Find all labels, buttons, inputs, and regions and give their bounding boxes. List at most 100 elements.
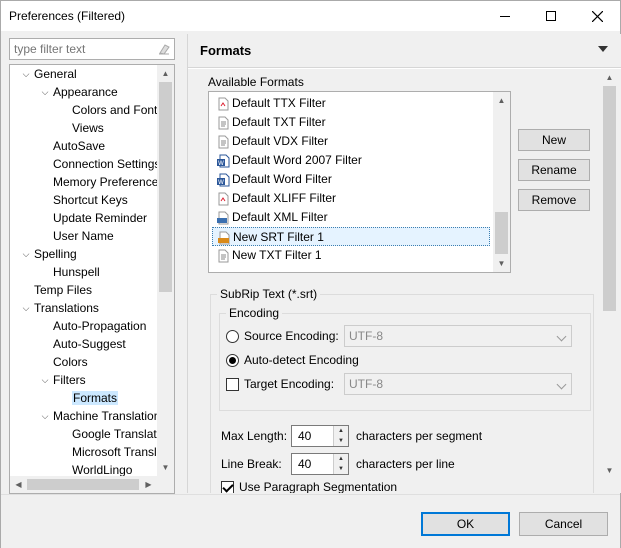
expand-toggle-icon[interactable]: ⌵ bbox=[20, 299, 32, 317]
target-encoding-checkbox[interactable] bbox=[226, 378, 239, 391]
line-break-spinner[interactable]: 40 ▲ ▼ bbox=[291, 453, 349, 475]
srt-file-icon bbox=[218, 231, 230, 245]
expand-toggle-icon[interactable]: ⌵ bbox=[20, 245, 32, 263]
tree-item-label: AutoSave bbox=[53, 139, 106, 153]
encoding-group: Encoding Source Encoding: UTF-8 Auto-det… bbox=[219, 306, 591, 411]
tree-item[interactable]: Memory Preferences bbox=[53, 173, 164, 191]
list-scroll-thumb[interactable] bbox=[495, 212, 508, 254]
scroll-down-icon[interactable]: ▼ bbox=[601, 462, 618, 479]
scroll-down-icon[interactable]: ▼ bbox=[157, 459, 174, 476]
scroll-down-icon[interactable]: ▼ bbox=[493, 255, 510, 272]
format-list-item[interactable]: W Default Word Filter bbox=[212, 170, 490, 189]
scroll-left-icon[interactable]: ◀ bbox=[10, 476, 27, 493]
tree-item[interactable]: Google Translate bbox=[72, 425, 163, 443]
scroll-right-icon[interactable]: ▶ bbox=[140, 476, 157, 493]
tree-item[interactable]: Auto-Suggest bbox=[53, 335, 126, 353]
format-list-item[interactable]: New SRT Filter 1 bbox=[212, 227, 490, 246]
page-vertical-scrollbar[interactable]: ▲ ▼ bbox=[601, 69, 618, 479]
tree-item[interactable]: Formats bbox=[72, 389, 119, 407]
scroll-up-icon[interactable]: ▲ bbox=[601, 69, 618, 86]
ok-button[interactable]: OK bbox=[421, 512, 510, 536]
remove-button[interactable]: Remove bbox=[518, 189, 590, 211]
max-length-value[interactable]: 40 bbox=[298, 429, 311, 443]
tree-item-label: Machine Translation bbox=[53, 409, 161, 423]
spin-down-icon[interactable]: ▼ bbox=[333, 436, 348, 446]
paragraph-segmentation-checkbox[interactable] bbox=[221, 481, 234, 493]
available-formats-list[interactable]: New TXT Filter 1 New SRT Filter 1 Default … bbox=[208, 91, 511, 273]
tree-item-label: Auto-Propagation bbox=[53, 319, 147, 333]
tree-scroll-thumb[interactable] bbox=[159, 82, 172, 292]
expand-toggle-icon[interactable]: ⌵ bbox=[39, 407, 51, 425]
format-list-item[interactable]: Default TXT Filter bbox=[212, 113, 490, 132]
target-encoding-select[interactable]: UTF-8 bbox=[344, 373, 572, 395]
page-scroll-thumb[interactable] bbox=[603, 86, 616, 311]
title-bar[interactable]: Preferences (Filtered) bbox=[1, 1, 620, 31]
tree-hscroll-thumb[interactable] bbox=[27, 479, 139, 490]
filter-field[interactable] bbox=[9, 38, 175, 60]
spin-up-icon[interactable]: ▲ bbox=[333, 454, 348, 464]
srt-settings-group: SubRip Text (*.srt) Encoding Source Enco… bbox=[210, 287, 594, 493]
max-length-spinner[interactable]: 40 ▲ ▼ bbox=[291, 425, 349, 447]
tree-item[interactable]: Hunspell bbox=[53, 263, 100, 281]
formats-page: Formats Available Formats New TXT Filter… bbox=[187, 34, 621, 493]
tree-horizontal-scrollbar[interactable]: ◀ ▶ bbox=[10, 476, 174, 493]
view-menu-icon[interactable] bbox=[598, 46, 608, 52]
format-item-label: Default XML Filter bbox=[232, 210, 328, 224]
line-break-value[interactable]: 40 bbox=[298, 457, 311, 471]
expand-toggle-icon[interactable]: ⌵ bbox=[39, 83, 51, 101]
format-list-item[interactable]: W Default Word 2007 Filter bbox=[212, 151, 490, 170]
expand-toggle-icon[interactable]: ⌵ bbox=[39, 371, 51, 389]
tree-item[interactable]: Colors bbox=[53, 353, 88, 371]
tree-item[interactable]: ⌵ Appearance bbox=[42, 83, 118, 101]
tree-item[interactable]: Shortcut Keys bbox=[53, 191, 128, 209]
tree-item-label: Auto-Suggest bbox=[53, 337, 126, 351]
scroll-up-icon[interactable]: ▲ bbox=[157, 65, 174, 82]
preferences-tree[interactable]: WorldLingo Microsoft Translator Google Tra… bbox=[9, 64, 175, 494]
source-encoding-select[interactable]: UTF-8 bbox=[344, 325, 572, 347]
tree-vertical-scrollbar[interactable]: ▲ ▼ bbox=[157, 65, 174, 476]
maximize-button[interactable] bbox=[528, 1, 574, 31]
tree-item[interactable]: ⌵ Machine Translation bbox=[42, 407, 161, 425]
tree-item[interactable]: Colors and Fonts bbox=[72, 101, 163, 119]
tree-item[interactable]: Auto-Propagation bbox=[53, 317, 146, 335]
minimize-button[interactable] bbox=[482, 1, 528, 31]
tree-item-label: Connection Settings bbox=[53, 157, 161, 171]
format-list-item[interactable]: Default XML Filter bbox=[212, 208, 490, 227]
tree-item[interactable]: Temp Files bbox=[34, 281, 92, 299]
paragraph-segmentation-label: Use Paragraph Segmentation bbox=[239, 480, 398, 493]
target-encoding-label: Target Encoding: bbox=[244, 377, 335, 391]
clear-filter-icon[interactable] bbox=[158, 43, 170, 55]
format-list-item[interactable]: Default TTX Filter bbox=[212, 94, 490, 113]
dialog-footer: OK Cancel bbox=[1, 494, 620, 548]
cancel-button[interactable]: Cancel bbox=[519, 512, 608, 536]
ttx-file-icon bbox=[218, 97, 229, 111]
tree-item[interactable]: ⌵ Spelling bbox=[23, 245, 77, 263]
chevron-down-icon bbox=[556, 331, 567, 342]
filter-input[interactable] bbox=[10, 39, 150, 59]
tree-item[interactable]: Update Reminder bbox=[53, 209, 147, 227]
spin-down-icon[interactable]: ▼ bbox=[333, 464, 348, 474]
window-title: Preferences (Filtered) bbox=[9, 9, 126, 23]
expand-toggle-icon[interactable]: ⌵ bbox=[20, 65, 32, 83]
new-button[interactable]: New bbox=[518, 129, 590, 151]
tree-item[interactable]: AutoSave bbox=[53, 137, 105, 155]
auto-detect-encoding-radio[interactable] bbox=[226, 354, 239, 367]
tree-item[interactable]: ⌵ Translations bbox=[23, 299, 99, 317]
tree-item[interactable]: Connection Settings bbox=[53, 155, 160, 173]
list-vertical-scrollbar[interactable]: ▲ ▼ bbox=[493, 92, 510, 272]
format-list-item[interactable]: New TXT Filter 1 bbox=[212, 246, 490, 265]
tree-item[interactable]: User Name bbox=[53, 227, 114, 245]
format-item-label: Default XLIFF Filter bbox=[232, 191, 337, 205]
spin-up-icon[interactable]: ▲ bbox=[333, 426, 348, 436]
tree-item[interactable]: ⌵ General bbox=[23, 65, 77, 83]
source-encoding-radio[interactable] bbox=[226, 330, 239, 343]
format-list-item[interactable]: Default VDX Filter bbox=[212, 132, 490, 151]
close-button[interactable] bbox=[574, 1, 620, 31]
tree-item-label: Spelling bbox=[34, 247, 77, 261]
format-list-item[interactable]: Default XLIFF Filter bbox=[212, 189, 490, 208]
tree-item[interactable]: Views bbox=[72, 119, 104, 137]
tree-item[interactable]: ⌵ Filters bbox=[42, 371, 86, 389]
format-item-label: Default VDX Filter bbox=[232, 134, 329, 148]
rename-button[interactable]: Rename bbox=[518, 159, 590, 181]
scroll-up-icon[interactable]: ▲ bbox=[493, 92, 510, 109]
